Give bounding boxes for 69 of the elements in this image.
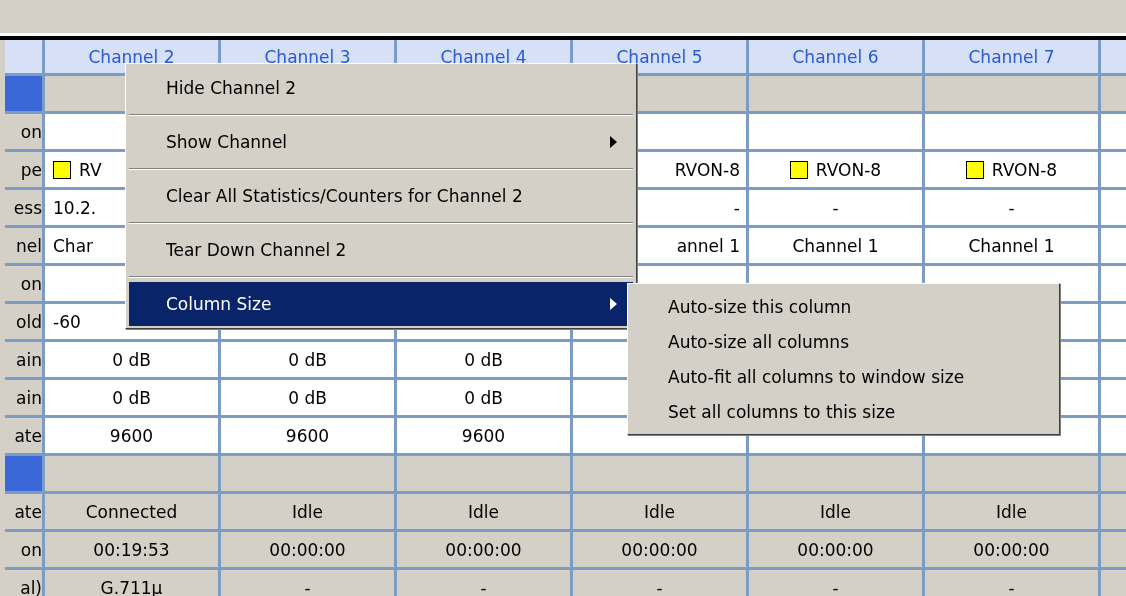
cell-text: 0 dB — [464, 349, 503, 370]
cell-text: Connected — [85, 501, 178, 522]
row-label: ain — [5, 342, 42, 377]
status-square-icon — [789, 160, 808, 179]
cell-text: - — [1008, 197, 1015, 218]
cell-text: 00:00:00 — [445, 539, 522, 560]
cell-text: 0 dB — [288, 387, 327, 408]
cell-text: RV — [79, 159, 102, 180]
row-label: nel — [5, 228, 42, 263]
row-label: on — [5, 266, 42, 301]
column-header[interactable]: Channel 7 — [925, 40, 1098, 73]
cell-text: - — [656, 577, 663, 596]
menu-item[interactable]: Auto-size this column — [631, 289, 1056, 324]
cell-text: Char — [53, 235, 94, 256]
row-label: ate — [5, 494, 42, 529]
cell-text: 9600 — [109, 425, 154, 446]
cell-text: Idle — [292, 501, 323, 522]
submenu-arrow-icon — [610, 298, 617, 310]
cell-text: 0 dB — [464, 387, 503, 408]
cell-text: Channel 1 — [792, 235, 879, 256]
row-label: old — [5, 304, 42, 339]
cell-text: Idle — [820, 501, 851, 522]
cell-text: - — [733, 197, 740, 218]
section-label — [5, 76, 42, 111]
cell-text: -60 — [53, 311, 81, 332]
cell-text: 00:00:00 — [973, 539, 1050, 560]
cell-text: 9600 — [461, 425, 506, 446]
row-label: ate — [5, 418, 42, 453]
cell-text: - — [832, 577, 839, 596]
header-cell — [5, 40, 42, 73]
cell-text: Channel 1 — [968, 235, 1055, 256]
cell-text: 0 dB — [112, 387, 151, 408]
column-header[interactable]: Channel 6 — [749, 40, 922, 73]
cell-text: RVON-8 — [674, 159, 740, 180]
row-label: al) — [5, 570, 42, 596]
cell-text: annel 1 — [676, 235, 740, 256]
cell-text: - — [1008, 577, 1015, 596]
menu-item[interactable]: Column Size — [129, 282, 633, 326]
cell-text: 0 dB — [112, 349, 151, 370]
cell-text: Idle — [996, 501, 1027, 522]
status-square-icon — [965, 160, 984, 179]
cell-text: 00:00:00 — [269, 539, 346, 560]
row-label: on — [5, 114, 42, 149]
cell-text: 9600 — [285, 425, 330, 446]
cell-text: RVON-8 — [991, 159, 1058, 180]
menu-item[interactable]: Clear All Statistics/Counters for Channel 2 — [129, 174, 633, 218]
cell-text: - — [480, 577, 487, 596]
section-label — [5, 456, 42, 491]
menu-item[interactable]: Auto-fit all columns to window size — [631, 359, 1056, 394]
cell-text: Idle — [468, 501, 499, 522]
cell-text: 00:19:53 — [93, 539, 170, 560]
menu-item[interactable]: Set all columns to this size — [631, 394, 1056, 429]
submenu-arrow-icon — [610, 136, 617, 148]
menu-item[interactable]: Auto-size all columns — [631, 324, 1056, 359]
cell-text: - — [304, 577, 311, 596]
cell-text: 00:00:00 — [621, 539, 698, 560]
menu-item[interactable]: Tear Down Channel 2 — [129, 228, 633, 272]
row-label: ess — [5, 190, 42, 225]
cell-text: - — [832, 197, 839, 218]
cell-text: 0 dB — [288, 349, 327, 370]
row-label: pe — [5, 152, 42, 187]
menu-item[interactable]: Show Channel — [129, 120, 633, 164]
cell-text: 00:00:00 — [797, 539, 874, 560]
cell-text: Idle — [644, 501, 675, 522]
status-square-icon — [53, 160, 71, 179]
row-label: ain — [5, 380, 42, 415]
cell-text: RVON-8 — [815, 159, 882, 180]
cell-text: 10.2. — [53, 197, 97, 218]
row-label: on — [5, 532, 42, 567]
